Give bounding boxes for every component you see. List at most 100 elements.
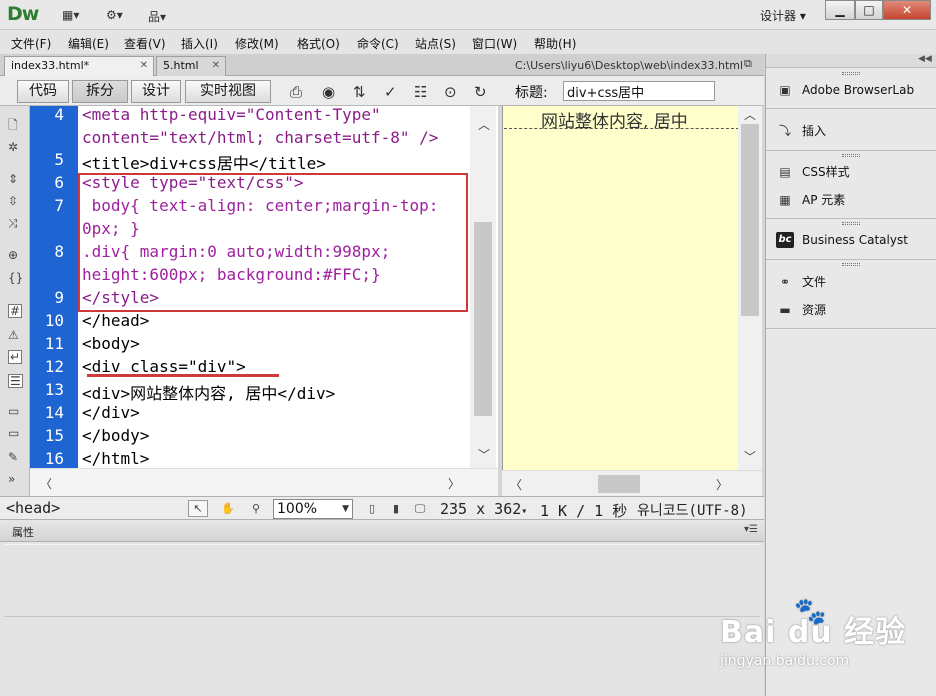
syntax-coloring-icon[interactable]: ☰: [8, 374, 23, 388]
tab-index33[interactable]: index33.html* ✕: [4, 56, 154, 76]
refresh-icon[interactable]: ↻: [474, 83, 487, 101]
divider: [4, 616, 760, 617]
code-horizontal-scrollbar[interactable]: 〈 〉: [30, 468, 498, 496]
hand-tool-icon[interactable]: ✋: [218, 500, 238, 517]
collapse-selection-icon[interactable]: ⇳: [8, 194, 18, 208]
menu-file[interactable]: 文件(F): [11, 35, 51, 52]
apply-comment-icon[interactable]: ▭: [8, 404, 19, 418]
browserlab-icon: ▣: [779, 83, 791, 97]
tab-close-icon[interactable]: ✕: [212, 57, 220, 75]
desktop-size-icon[interactable]: 🖵: [410, 500, 430, 517]
design-view[interactable]: 网站整体内容, 居中 ︿ ﹀ 〈 〉: [502, 106, 762, 496]
w3c-validation-icon[interactable]: ✓: [384, 83, 397, 101]
select-parent-tag-icon[interactable]: ⊕: [8, 248, 18, 262]
panel-grip[interactable]: [842, 263, 860, 266]
multiscreen-icon[interactable]: ⎙: [290, 83, 302, 101]
line-number: 4: [54, 106, 64, 124]
panel-assets[interactable]: ▬ 资源: [776, 301, 826, 321]
live-view-button[interactable]: 实时视图: [185, 80, 271, 103]
panel-ap-elements[interactable]: ▦ AP 元素: [776, 191, 845, 211]
site-menu-icon[interactable]: 品▾: [148, 8, 166, 24]
panel-files[interactable]: ⚭ 文件: [776, 273, 826, 293]
code-view[interactable]: 4 5 6 7 8 9 10 11 12 13 14 15 16 <meta h…: [30, 106, 498, 496]
business-catalyst-icon: bc: [776, 232, 794, 248]
scroll-down-icon[interactable]: ﹀: [744, 448, 756, 465]
menu-window[interactable]: 窗口(W): [472, 35, 517, 52]
scroll-thumb[interactable]: [741, 124, 759, 316]
workspace-switcher[interactable]: 设计器 ▾: [760, 7, 806, 24]
zoom-tool-icon[interactable]: ⚲: [246, 500, 266, 517]
zoom-select[interactable]: 100% ▼: [273, 499, 353, 519]
remove-comment-icon[interactable]: ▭: [8, 426, 19, 440]
window-size[interactable]: 235 x 362▾: [440, 500, 527, 518]
wrap-tag-icon[interactable]: ✎: [8, 450, 18, 464]
show-code-navigator-icon[interactable]: ✲: [8, 140, 18, 154]
word-wrap-icon[interactable]: ↵: [8, 350, 23, 364]
scroll-thumb[interactable]: [474, 222, 492, 416]
menu-format[interactable]: 格式(O): [297, 35, 340, 52]
panel-business-catalyst[interactable]: bc Business Catalyst: [776, 232, 908, 252]
panel-css-styles[interactable]: ▤ CSS样式: [776, 163, 849, 183]
menu-commands[interactable]: 命令(C): [357, 35, 399, 52]
css-styles-icon: ▤: [779, 164, 791, 179]
panel-insert[interactable]: ⤵ 插入: [776, 122, 826, 142]
restore-window-icon[interactable]: ⧉: [744, 57, 752, 71]
panel-grip[interactable]: [842, 154, 860, 157]
scroll-left-icon[interactable]: 〈: [510, 476, 522, 493]
minimize-button[interactable]: ▁: [825, 0, 855, 20]
scroll-right-icon[interactable]: 〉: [448, 475, 460, 492]
scroll-down-icon[interactable]: ﹀: [478, 446, 490, 463]
scroll-up-icon[interactable]: ︿: [478, 116, 490, 133]
scroll-left-icon[interactable]: 〈: [40, 475, 52, 492]
close-button[interactable]: ✕: [883, 0, 931, 20]
collapse-panels-icon[interactable]: ◀◀: [918, 54, 932, 64]
tablet-size-icon[interactable]: ▮: [386, 500, 406, 517]
design-vertical-scrollbar[interactable]: ︿ ﹀: [738, 106, 762, 470]
properties-header[interactable]: 属性 ▾☰: [0, 520, 764, 542]
layout-menu-icon[interactable]: ▦▾: [62, 8, 79, 22]
line-number: 13: [44, 380, 64, 399]
check-compatibility-icon[interactable]: ☷: [414, 83, 427, 101]
panel-dock-header: ◀◀: [766, 54, 936, 68]
file-management-icon[interactable]: ⇅: [353, 83, 366, 101]
tab-close-icon[interactable]: ✕: [140, 57, 148, 75]
code-view-button[interactable]: 代码: [17, 80, 69, 103]
panel-grip[interactable]: [842, 72, 860, 75]
design-canvas[interactable]: 网站整体内容, 居中: [502, 106, 739, 470]
panel-adobe-browserlab[interactable]: ▣ Adobe BrowserLab: [776, 82, 914, 102]
menu-view[interactable]: 查看(V): [124, 35, 166, 52]
line-number-gutter: 4 5 6 7 8 9 10 11 12 13 14 15 16: [30, 106, 78, 468]
visual-aids-icon[interactable]: ⊙: [444, 83, 457, 101]
design-view-button[interactable]: 设计: [131, 80, 181, 103]
menu-help[interactable]: 帮助(H): [534, 35, 576, 52]
menu-insert[interactable]: 插入(I): [181, 35, 218, 52]
files-icon: ⚭: [779, 274, 791, 289]
code-vertical-scrollbar[interactable]: ︿ ﹀: [470, 106, 496, 468]
coding-toolbar: 🗋 ✲ ⇕ ⇳ ⤨ ⊕ {} # ⚠ ↵ ☰ ▭ ▭ ✎ »: [0, 106, 30, 496]
menu-modify[interactable]: 修改(M): [235, 35, 279, 52]
tag-selector[interactable]: <head>: [6, 499, 60, 517]
highlight-invalid-code-icon[interactable]: ⚠: [8, 328, 19, 342]
panel-grip[interactable]: [842, 222, 860, 225]
scroll-up-icon[interactable]: ︿: [744, 106, 756, 123]
menu-site[interactable]: 站点(S): [415, 35, 456, 52]
collapse-full-tag-icon[interactable]: ⇕: [8, 172, 18, 186]
page-title-input[interactable]: [563, 81, 715, 101]
maximize-button[interactable]: □: [855, 0, 883, 20]
split-view-button[interactable]: 拆分: [72, 80, 128, 103]
open-documents-icon[interactable]: 🗋: [8, 116, 18, 137]
design-horizontal-scrollbar[interactable]: 〈 〉: [502, 470, 762, 496]
balance-braces-icon[interactable]: {}: [8, 271, 23, 285]
panel-options-icon[interactable]: ▾☰: [744, 524, 758, 535]
preview-browser-icon[interactable]: ◉: [322, 83, 335, 101]
scroll-thumb[interactable]: [598, 475, 640, 493]
tab-5-html[interactable]: 5.html ✕: [156, 56, 226, 76]
extend-menu-icon[interactable]: ⚙▾: [106, 8, 123, 22]
select-tool-icon[interactable]: ↖: [188, 500, 208, 517]
scroll-right-icon[interactable]: 〉: [716, 476, 728, 493]
more-tools-icon[interactable]: »: [8, 472, 15, 486]
menu-edit[interactable]: 编辑(E): [68, 35, 109, 52]
mobile-size-icon[interactable]: ▯: [362, 500, 382, 517]
line-numbers-icon[interactable]: #: [8, 304, 23, 318]
expand-all-icon[interactable]: ⤨: [8, 216, 18, 231]
